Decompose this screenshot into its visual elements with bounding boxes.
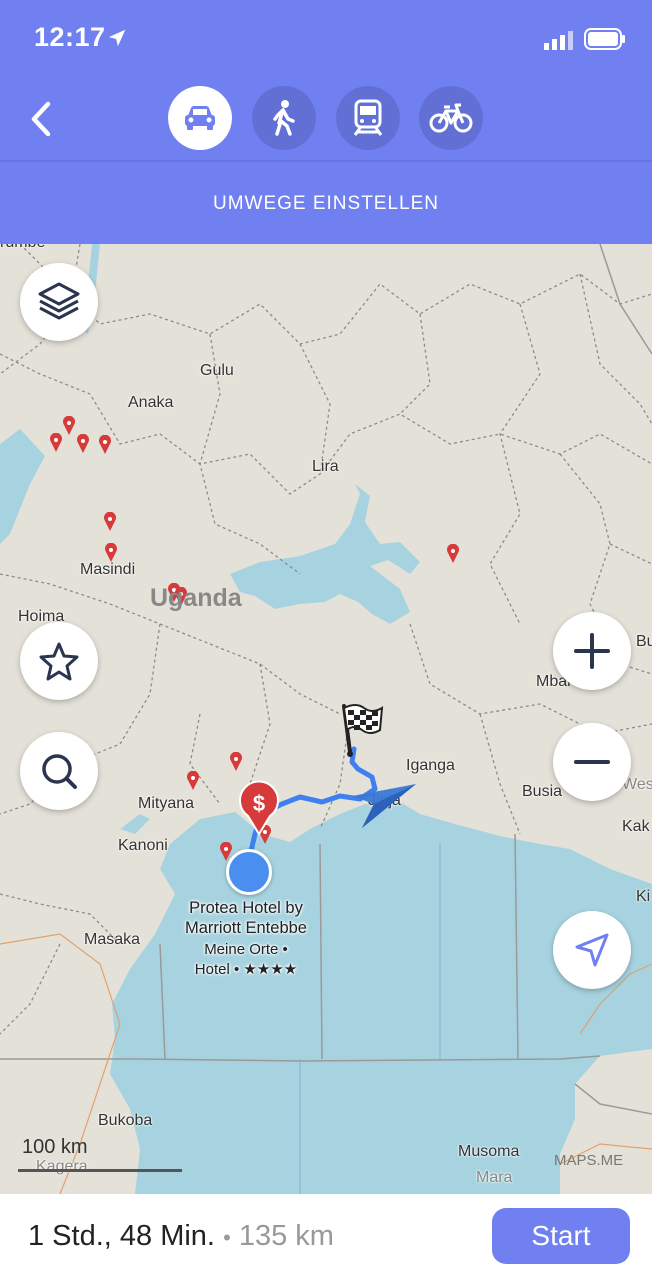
plus-icon	[574, 633, 610, 669]
poi-marker[interactable]	[76, 434, 90, 454]
poi-marker[interactable]	[49, 433, 63, 453]
zoom-out-button[interactable]	[553, 723, 631, 801]
mode-bike-button[interactable]	[419, 86, 483, 150]
poi-marker[interactable]	[98, 435, 112, 455]
status-time: 12:17	[34, 22, 106, 52]
place-label: Mara	[476, 1169, 513, 1186]
route-mode-header	[0, 80, 652, 162]
place-label: Kagera	[36, 1158, 88, 1175]
navigate-icon	[575, 933, 609, 967]
hotel-name-line: Protea Hotel by	[189, 899, 303, 917]
place-label: rumbe	[0, 244, 45, 252]
route-distance: 135 km	[238, 1220, 334, 1252]
heading-arrow-icon	[352, 784, 416, 828]
country-label: Uganda	[150, 584, 242, 612]
poi-marker[interactable]	[186, 771, 200, 791]
my-location-button[interactable]	[553, 911, 631, 989]
place-label: Kanoni	[118, 837, 168, 854]
place-label: Bukoba	[98, 1112, 153, 1129]
map-view[interactable]: rumbe Gulu Anaka Lira Masindi Uganda Hoi…	[0, 244, 652, 1194]
mode-car-button[interactable]	[168, 86, 232, 150]
train-icon	[353, 99, 383, 136]
star-icon	[39, 642, 79, 681]
poi-marker[interactable]	[62, 416, 76, 436]
place-label: Masaka	[84, 931, 141, 948]
place-label: Masindi	[80, 561, 136, 578]
layers-icon	[38, 282, 80, 320]
start-button[interactable]: Start	[492, 1208, 630, 1264]
map-scale-bar	[18, 1169, 182, 1172]
mode-transit-button[interactable]	[336, 86, 400, 150]
poi-marker[interactable]	[446, 544, 460, 564]
minus-icon	[574, 760, 610, 764]
walk-icon	[273, 100, 295, 136]
hotel-label[interactable]: Protea Hotel by Marriott Entebbe Meine O…	[166, 898, 326, 980]
location-arrow-icon	[108, 29, 126, 47]
battery-icon	[584, 28, 625, 50]
place-label: Kak	[622, 818, 650, 835]
route-separator: •	[223, 1225, 231, 1250]
place-label: Ki	[636, 888, 651, 905]
place-label: Lira	[312, 458, 339, 475]
car-icon	[185, 106, 215, 130]
signal-icon	[544, 31, 573, 50]
place-label: Busia	[522, 783, 563, 800]
bike-icon	[429, 103, 473, 133]
place-label: Bu	[636, 633, 652, 650]
place-label: Gulu	[200, 362, 234, 379]
back-icon[interactable]	[22, 96, 62, 142]
map-canvas	[0, 244, 652, 1194]
place-label: Musoma	[458, 1143, 520, 1160]
hotel-name-line: Marriott Entebbe	[185, 919, 307, 937]
current-location-dot[interactable]	[226, 849, 272, 895]
route-summary: 1 Std., 48 Min. • 135 km	[28, 1220, 334, 1253]
finish-flag-icon[interactable]	[336, 702, 386, 758]
dollar-icon[interactable]: $	[236, 780, 282, 836]
map-scale-label: 100 km	[22, 1136, 88, 1158]
place-label: Anaka	[128, 394, 174, 411]
status-bar: 12:17	[0, 0, 652, 80]
search-button[interactable]	[20, 732, 98, 810]
maps-me-watermark: MAPS.ME	[554, 1152, 624, 1169]
route-duration: 1 Std., 48 Min.	[28, 1220, 215, 1252]
layers-button[interactable]	[20, 263, 98, 341]
detour-settings-button[interactable]: UMWEGE EINSTELLEN	[0, 160, 652, 246]
mode-walk-button[interactable]	[252, 86, 316, 150]
place-label: Iganga	[406, 757, 455, 774]
svg-text:$: $	[253, 791, 265, 816]
poi-marker[interactable]	[104, 543, 118, 563]
hotel-meta-line: Hotel • ★★★★	[194, 961, 298, 978]
favorites-button[interactable]	[20, 622, 98, 700]
hotel-meta-line: Meine Orte •	[204, 941, 288, 958]
search-icon	[42, 754, 77, 789]
poi-marker[interactable]	[229, 752, 243, 772]
poi-marker[interactable]	[103, 512, 117, 532]
route-summary-bar: 1 Std., 48 Min. • 135 km Start	[0, 1194, 652, 1280]
place-label: Mityana	[138, 795, 195, 812]
zoom-in-button[interactable]	[553, 612, 631, 690]
